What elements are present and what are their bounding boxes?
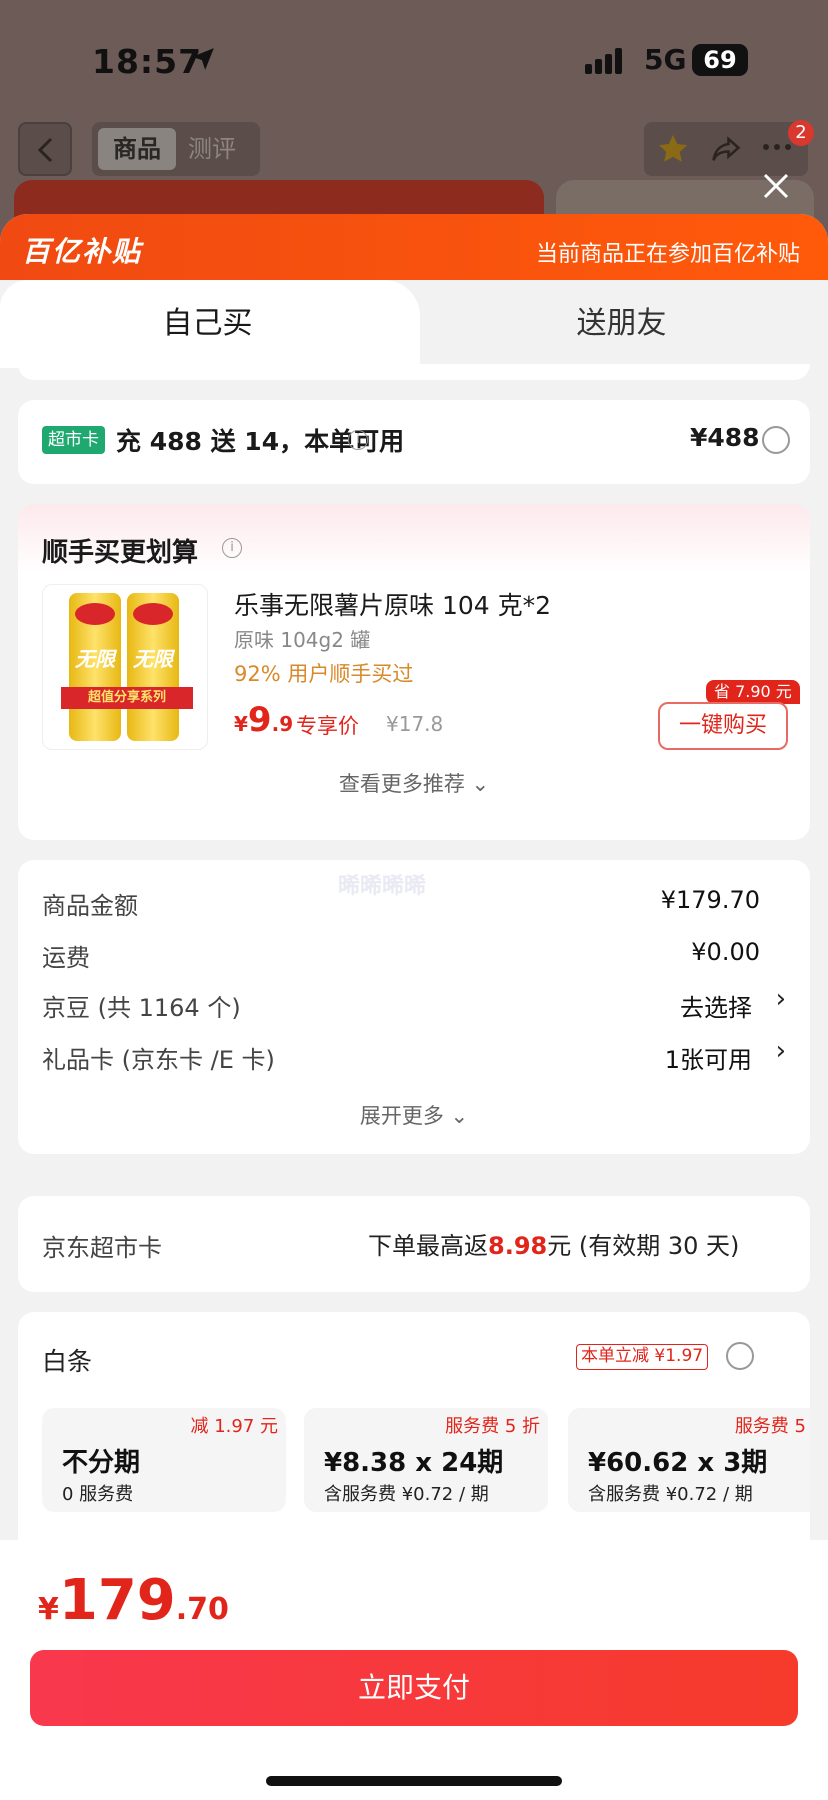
plan-sub: 含服务费 ¥0.72 / 期 [324,1484,489,1505]
plan-sub: 0 服务费 [62,1484,134,1505]
original-price: ¥17.8 [386,712,444,736]
price-symbol: ¥ [234,712,248,736]
save-tag: 省 7.90 元 [706,680,800,704]
summary-label-jingdou: 京豆 (共 1164 个) [42,994,241,1022]
order-summary: 晞晞晞晞 商品金额 ¥179.70 运费 ¥0.00 京豆 (共 1164 个)… [18,860,810,1154]
summary-value-goods: ¥179.70 [660,886,760,914]
total-int: 179 [58,1568,176,1633]
supermarket-card-tag: 超市卡 [42,426,105,454]
jd-card-cashback: 下单最高返8.98元 (有效期 30 天) [368,1226,739,1261]
baitiao-radio[interactable] [726,1342,754,1370]
more-recommend-link[interactable]: 查看更多推荐 ⌄ [18,768,810,798]
recommend-card: 顺手买更划算 i 无限 无限 超值分享系列 乐事无限薯片原味 104 克*2 原… [18,504,810,840]
plan-sub: 含服务费 ¥0.72 / 期 [588,1484,753,1505]
chevron-down-icon: ⌄ [450,1104,469,1128]
can-brand-graphic [75,603,115,625]
one-click-buy-button[interactable]: 一键购买 [658,702,788,750]
close-icon[interactable] [762,172,790,200]
info-icon[interactable]: i [222,538,242,558]
tab-self-buy[interactable]: 自己买 [0,280,415,368]
chevron-down-icon: ⌄ [471,772,490,796]
cashback-prefix: 下单最高返 [368,1232,488,1260]
chip-can-graphic: 无限 [127,593,179,741]
installment-plan-option[interactable]: 服务费 5 ¥60.62 x 3期 含服务费 ¥0.72 / 期 [568,1408,810,1512]
tab-gift-friend[interactable]: 送朋友 [415,280,828,368]
plan-main: ¥60.62 x 3期 [588,1448,768,1478]
subsidy-text: 当前商品正在参加百亿补贴 [536,242,801,267]
star-icon[interactable] [656,132,690,166]
tab-review[interactable]: 测评 [188,128,252,170]
subsidy-logo: 百亿补贴 [22,235,143,268]
chevron-left-icon [37,137,53,163]
jd-card-label: 京东超市卡 [42,1234,162,1262]
can-text: 无限 [75,647,115,671]
battery-level: 69 [703,46,737,74]
location-arrow-icon [192,48,214,70]
chevron-right-icon[interactable]: › [776,1036,786,1066]
product-name[interactable]: 乐事无限薯片原味 104 克*2 [234,586,551,622]
pay-now-button[interactable]: 立即支付 [30,1650,798,1726]
plan-main: 不分期 [62,1448,141,1478]
plan-main: ¥8.38 x 24期 [324,1448,504,1478]
back-button[interactable] [18,122,72,176]
expand-more-link[interactable]: 展开更多 ⌄ [18,1100,810,1130]
plan-tag: 服务费 5 折 [445,1416,540,1437]
supermarket-card-price: ¥488 [690,423,760,452]
notification-badge: 2 [788,120,814,146]
home-indicator [266,1776,562,1786]
chip-can-graphic: 无限 [69,593,121,741]
cashback-suffix: 元 (有效期 30 天) [547,1232,740,1260]
supermarket-card-radio[interactable] [762,426,790,454]
product-spec: 原味 104g2 罐 [234,628,371,652]
battery-icon: 69 [692,44,748,76]
product-bought-rate: 92% 用户顺手买过 [234,662,414,686]
network-type: 5G [644,43,687,76]
baitiao-discount-tag: 本单立减 ¥1.97 [576,1344,709,1370]
total-symbol: ¥ [38,1592,59,1627]
product-image[interactable]: 无限 无限 超值分享系列 [42,584,208,750]
header-actions [644,122,808,176]
status-bar: 18:57 5G 69 [0,0,828,110]
installment-plan-option[interactable]: 减 1.97 元 不分期 0 服务费 [42,1408,286,1512]
checkout-footer: ¥179.70 立即支付 [0,1540,828,1800]
share-icon[interactable] [710,134,742,164]
plan-tag: 减 1.97 元 [190,1416,278,1437]
summary-label-goods: 商品金额 [42,892,138,920]
status-time: 18:57 [92,42,203,81]
summary-value-shipping: ¥0.00 [691,938,760,966]
card-edge [18,364,810,380]
more-icon[interactable] [762,142,792,152]
more-recommend-label: 查看更多推荐 [338,772,465,796]
expand-more-label: 展开更多 [359,1104,444,1128]
summary-label-shipping: 运费 [42,944,90,972]
chevron-right-icon[interactable]: › [776,984,786,1014]
signal-icon [585,48,622,74]
baitiao-title: 白条 [42,1347,93,1376]
plan-tag: 服务费 5 [734,1416,806,1437]
can-text: 无限 [133,647,173,671]
exclusive-price-label: 专享价 [296,714,359,738]
summary-label-giftcard: 礼品卡 (京东卡 /E 卡) [42,1046,275,1074]
supermarket-card-offer[interactable]: 超市卡 充 488 送 14，本单可用 i ¥488 [18,400,810,484]
total-price: ¥179.70 [38,1568,229,1633]
baitiao-card: 白条 本单立减 ¥1.97 减 1.97 元 不分期 0 服务费 服务费 5 折… [18,1312,810,1572]
installment-plan-option[interactable]: 服务费 5 折 ¥8.38 x 24期 含服务费 ¥0.72 / 期 [304,1408,548,1512]
watermark: 晞晞晞晞 [338,874,427,899]
product-price: ¥9.9 [234,700,293,740]
can-band: 超值分享系列 [61,687,193,709]
recommend-title: 顺手买更划算 [42,538,199,568]
price-int: 9 [247,700,272,740]
tab-goods[interactable]: 商品 [98,128,176,170]
cashback-amount: 8.98 [488,1232,548,1260]
jd-supermarket-card-row[interactable]: 京东超市卡 下单最高返8.98元 (有效期 30 天) [18,1196,810,1292]
jingdou-select-link[interactable]: 去选择 [680,988,752,1023]
can-brand-graphic [133,603,173,625]
giftcard-select-link[interactable]: 1张可用 [665,1040,752,1075]
price-dec: .9 [271,712,294,736]
info-icon[interactable]: i [348,430,368,450]
total-dec: .70 [175,1592,229,1627]
